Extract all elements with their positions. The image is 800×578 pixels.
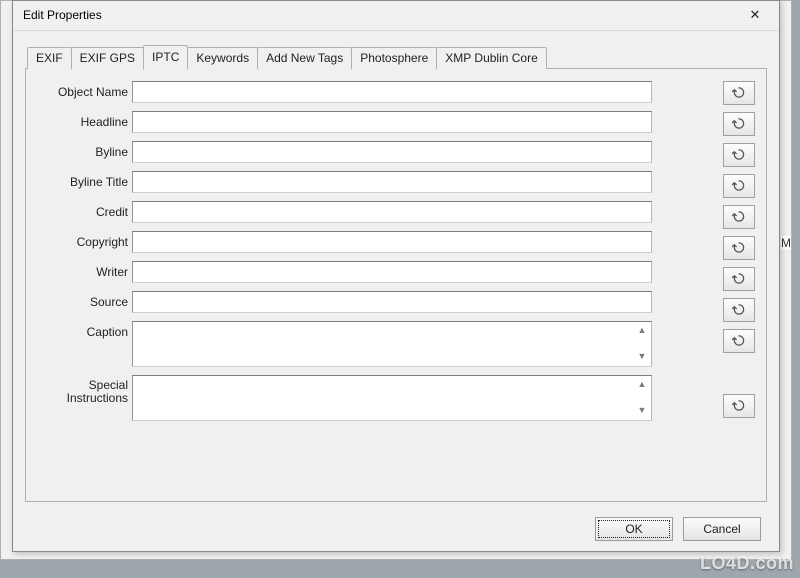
tab-iptc[interactable]: IPTC xyxy=(143,45,188,70)
cancel-button[interactable]: Cancel xyxy=(683,517,761,541)
byline-input[interactable] xyxy=(132,141,652,163)
undo-icon xyxy=(732,272,746,285)
undo-icon xyxy=(732,399,746,412)
field-row-special_instructions: SpecialInstructions▲▼ xyxy=(34,375,665,421)
dialog-button-row: OK Cancel xyxy=(13,508,779,551)
caption-input[interactable] xyxy=(133,322,633,366)
caption-spin-down[interactable]: ▼ xyxy=(635,350,649,364)
copyright-field-wrap xyxy=(132,231,652,253)
reset-caption-button[interactable] xyxy=(723,329,755,353)
edit-properties-dialog: Edit Properties ✕ EXIFEXIF GPSIPTCKeywor… xyxy=(12,0,780,552)
tab-exif[interactable]: EXIF xyxy=(27,47,72,69)
close-icon: ✕ xyxy=(750,7,761,23)
byline_title-input[interactable] xyxy=(132,171,652,193)
special_instructions-spin-up[interactable]: ▲ xyxy=(635,378,649,392)
iptc-panel: Object Name Headline Byline Byline Title Cre… xyxy=(25,68,767,502)
field-row-copyright: Copyright xyxy=(34,231,665,253)
caption-textarea-wrap: ▲▼ xyxy=(132,321,652,367)
reset-credit-button[interactable] xyxy=(723,205,755,229)
dialog-body: EXIFEXIF GPSIPTCKeywordsAdd New TagsPhot… xyxy=(13,31,779,508)
credit-input[interactable] xyxy=(132,201,652,223)
tab-exif-gps[interactable]: EXIF GPS xyxy=(71,47,144,69)
copyright-label: Copyright xyxy=(34,231,132,249)
credit-field-wrap xyxy=(132,201,652,223)
tab-xmp-dublin-core[interactable]: XMP Dublin Core xyxy=(436,47,546,69)
byline-field-wrap xyxy=(132,141,652,163)
background-fragment: M xyxy=(781,236,791,250)
field-row-byline: Byline xyxy=(34,141,665,163)
titlebar: Edit Properties ✕ xyxy=(13,1,779,31)
caption-field-wrap: ▲▼ xyxy=(132,321,652,367)
reset-copyright-button[interactable] xyxy=(723,236,755,260)
headline-field-wrap xyxy=(132,111,652,133)
window-title: Edit Properties xyxy=(23,8,102,22)
special_instructions-field-wrap: ▲▼ xyxy=(132,375,652,421)
tab-keywords[interactable]: Keywords xyxy=(187,47,258,69)
source-input[interactable] xyxy=(132,291,652,313)
source-label: Source xyxy=(34,291,132,309)
caption-spin-up[interactable]: ▲ xyxy=(635,324,649,338)
field-row-source: Source xyxy=(34,291,665,313)
writer-field-wrap xyxy=(132,261,652,283)
headline-label: Headline xyxy=(34,111,132,129)
credit-label: Credit xyxy=(34,201,132,219)
special_instructions-spin-down[interactable]: ▼ xyxy=(635,404,649,418)
caption-label: Caption xyxy=(34,321,132,339)
field-row-credit: Credit xyxy=(34,201,665,223)
undo-icon xyxy=(732,210,746,223)
field-row-object_name: Object Name xyxy=(34,81,665,103)
reset-byline_title-button[interactable] xyxy=(723,174,755,198)
special_instructions-textarea-wrap: ▲▼ xyxy=(132,375,652,421)
tab-add-new-tags[interactable]: Add New Tags xyxy=(257,47,352,69)
copyright-input[interactable] xyxy=(132,231,652,253)
byline-label: Byline xyxy=(34,141,132,159)
close-button[interactable]: ✕ xyxy=(737,3,773,27)
caption-spinner: ▲▼ xyxy=(633,322,651,366)
field-row-headline: Headline xyxy=(34,111,665,133)
reset-source-button[interactable] xyxy=(723,298,755,322)
source-field-wrap xyxy=(132,291,652,313)
reset-column xyxy=(723,81,758,421)
watermark-text: LO4D.com xyxy=(700,553,794,574)
field-row-byline_title: Byline Title xyxy=(34,171,665,193)
undo-icon xyxy=(732,303,746,316)
undo-icon xyxy=(732,117,746,130)
special_instructions-label: SpecialInstructions xyxy=(34,375,132,407)
ok-button[interactable]: OK xyxy=(595,517,673,541)
field-row-caption: Caption▲▼ xyxy=(34,321,665,367)
reset-button-stack xyxy=(723,81,758,418)
special_instructions-input[interactable] xyxy=(133,376,633,420)
undo-icon xyxy=(732,86,746,99)
writer-label: Writer xyxy=(34,261,132,279)
undo-icon xyxy=(732,179,746,192)
undo-icon xyxy=(732,148,746,161)
undo-icon xyxy=(732,334,746,347)
reset-object_name-button[interactable] xyxy=(723,81,755,105)
special_instructions-spinner: ▲▼ xyxy=(633,376,651,420)
byline_title-label: Byline Title xyxy=(34,171,132,189)
byline_title-field-wrap xyxy=(132,171,652,193)
object_name-input[interactable] xyxy=(132,81,652,103)
field-row-writer: Writer xyxy=(34,261,665,283)
headline-input[interactable] xyxy=(132,111,652,133)
tab-photosphere[interactable]: Photosphere xyxy=(351,47,437,69)
writer-input[interactable] xyxy=(132,261,652,283)
reset-byline-button[interactable] xyxy=(723,143,755,167)
field-column: Object Name Headline Byline Byline Title Cre… xyxy=(34,81,665,421)
reset-special_instructions-button[interactable] xyxy=(723,394,755,418)
object_name-label: Object Name xyxy=(34,81,132,99)
reset-headline-button[interactable] xyxy=(723,112,755,136)
undo-icon xyxy=(732,241,746,254)
tab-strip: EXIFEXIF GPSIPTCKeywordsAdd New TagsPhot… xyxy=(27,43,767,68)
reset-writer-button[interactable] xyxy=(723,267,755,291)
object_name-field-wrap xyxy=(132,81,652,103)
